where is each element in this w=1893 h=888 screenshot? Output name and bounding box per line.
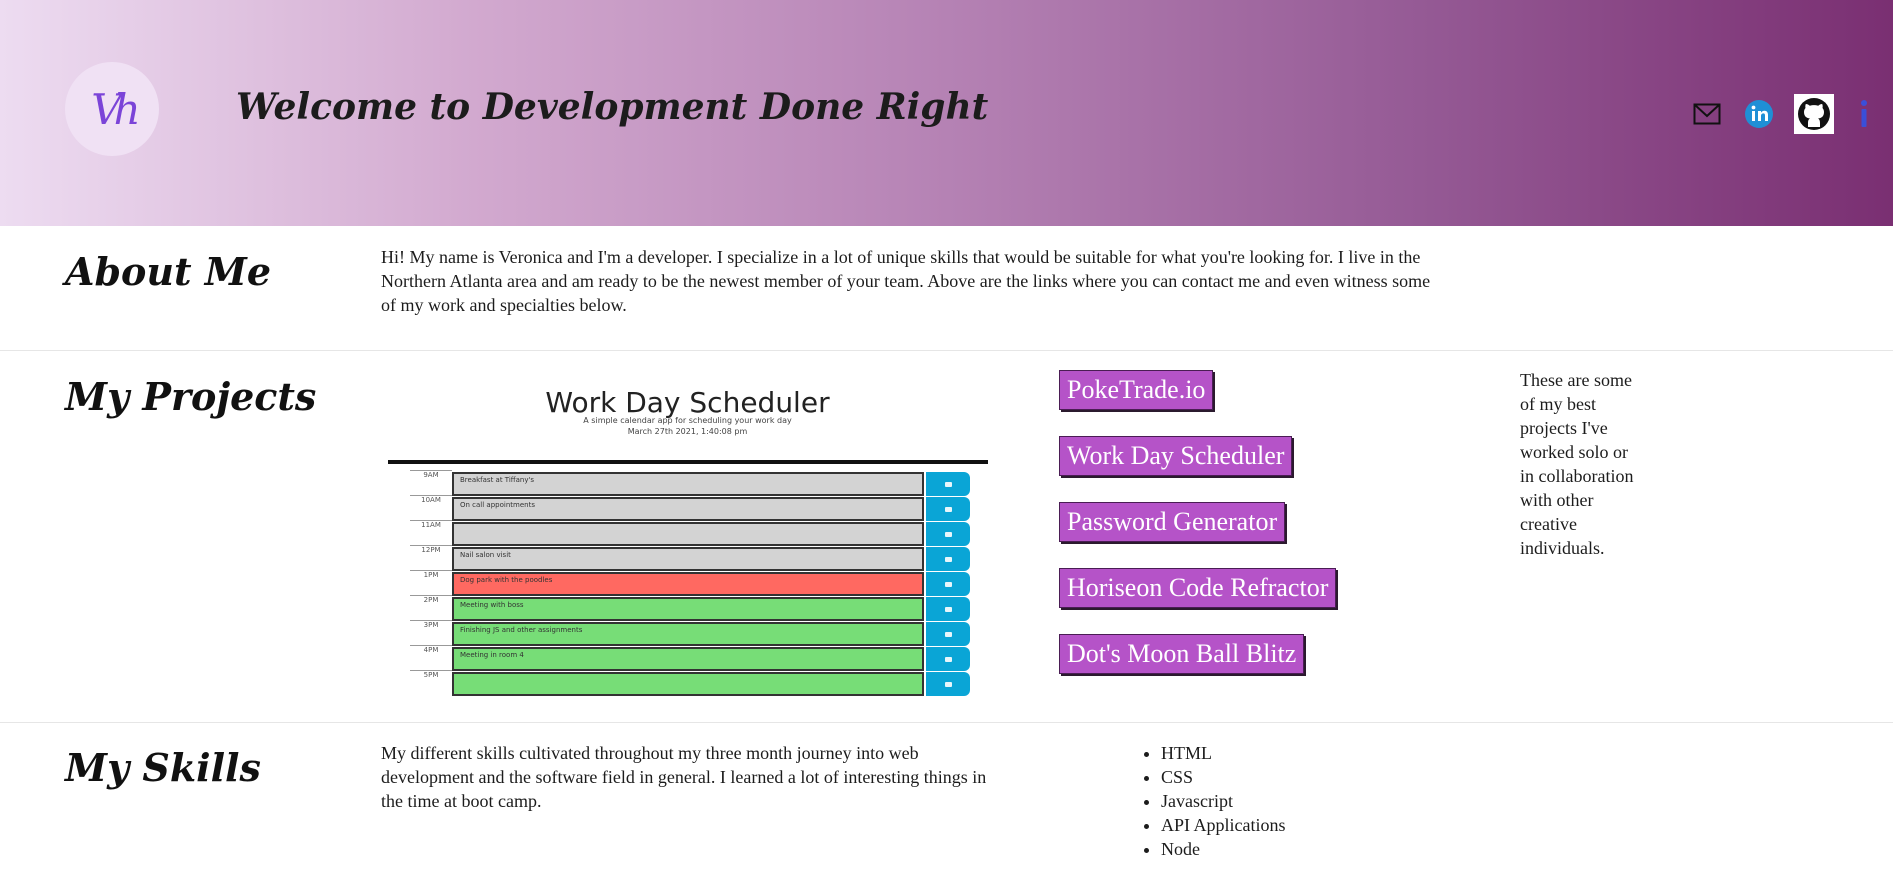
preview-event: Meeting with boss — [452, 597, 924, 621]
preview-event: Breakfast at Tiffany's — [452, 472, 924, 496]
preview-subtitle: A simple calendar app for scheduling you… — [583, 416, 792, 425]
project-preview-image[interactable]: Work Day Scheduler A simple calendar app… — [380, 374, 995, 706]
preview-hour: 11AM — [410, 520, 452, 529]
save-icon — [926, 497, 970, 521]
list-item: CSS — [1161, 765, 1286, 789]
section-divider — [0, 722, 1893, 723]
preview-row: 12PM Nail salon visit — [410, 545, 970, 571]
logo[interactable]: Vh — [65, 62, 159, 156]
preview-event: Meeting in room 4 — [452, 647, 924, 671]
projects-note: These are some of my best projects I've … — [1520, 370, 1634, 558]
preview-rule — [388, 460, 988, 464]
preview-row: 2PM Meeting with boss — [410, 595, 970, 621]
save-icon — [926, 647, 970, 671]
mail-icon[interactable] — [1690, 92, 1724, 136]
preview-event: Nail salon visit — [452, 547, 924, 571]
info-icon[interactable] — [1856, 92, 1872, 136]
preview-hour: 12PM — [410, 545, 452, 554]
list-item: Node — [1161, 837, 1286, 861]
project-link-horiseon[interactable]: Horiseon Code Refractor — [1059, 568, 1337, 608]
save-icon — [926, 472, 970, 496]
contact-links — [1690, 92, 1872, 136]
preview-row: 3PM Finishing JS and other assignments — [410, 620, 970, 646]
about-text: Hi! My name is Veronica and I'm a develo… — [381, 247, 1431, 315]
preview-row: 10AM On call appointments — [410, 495, 970, 521]
project-links: PokeTrade.io Work Day Scheduler Password… — [1059, 370, 1337, 700]
preview-hour: 2PM — [410, 595, 452, 604]
projects-heading: My Projects — [65, 374, 317, 419]
save-icon — [926, 622, 970, 646]
about-heading: About Me — [65, 249, 272, 294]
logo-mark: Vh — [91, 84, 140, 134]
preview-hour: 5PM — [410, 670, 452, 679]
preview-hour: 1PM — [410, 570, 452, 579]
section-divider — [0, 350, 1893, 351]
page-title: Welcome to Development Done Right — [236, 86, 989, 128]
project-link-password-generator[interactable]: Password Generator — [1059, 502, 1286, 542]
linkedin-icon[interactable] — [1742, 92, 1776, 136]
save-icon — [926, 672, 970, 696]
preview-event — [452, 522, 924, 546]
github-icon[interactable] — [1794, 94, 1834, 134]
preview-row: 5PM — [410, 670, 970, 696]
preview-row: 11AM — [410, 520, 970, 546]
preview-row: 1PM Dog park with the poodles — [410, 570, 970, 596]
preview-row: 9AM Breakfast at Tiffany's — [410, 470, 970, 496]
list-item: API Applications — [1161, 813, 1286, 837]
skills-heading: My Skills — [65, 745, 261, 790]
save-icon — [926, 547, 970, 571]
preview-hour: 10AM — [410, 495, 452, 504]
project-link-moon-ball-blitz[interactable]: Dot's Moon Ball Blitz — [1059, 634, 1305, 674]
project-link-work-day-scheduler[interactable]: Work Day Scheduler — [1059, 436, 1293, 476]
list-item: HTML — [1161, 741, 1286, 765]
save-icon — [926, 597, 970, 621]
skills-list: HTML CSS Javascript API Applications Nod… — [1143, 741, 1286, 861]
preview-hour: 4PM — [410, 645, 452, 654]
preview-event: Finishing JS and other assignments — [452, 622, 924, 646]
list-item: Javascript — [1161, 789, 1286, 813]
preview-event — [452, 672, 924, 696]
skills-text: My different skills cultivated throughou… — [381, 743, 987, 811]
preview-title: Work Day Scheduler — [545, 386, 830, 419]
project-link-poketrade[interactable]: PokeTrade.io — [1059, 370, 1214, 410]
preview-event: On call appointments — [452, 497, 924, 521]
preview-date: March 27th 2021, 1:40:08 pm — [627, 427, 748, 436]
save-icon — [926, 522, 970, 546]
hero-header: Vh Welcome to Development Done Right — [0, 0, 1893, 226]
preview-hour: 9AM — [410, 470, 452, 479]
preview-row: 4PM Meeting in room 4 — [410, 645, 970, 671]
preview-hour: 3PM — [410, 620, 452, 629]
save-icon — [926, 572, 970, 596]
preview-event: Dog park with the poodles — [452, 572, 924, 596]
